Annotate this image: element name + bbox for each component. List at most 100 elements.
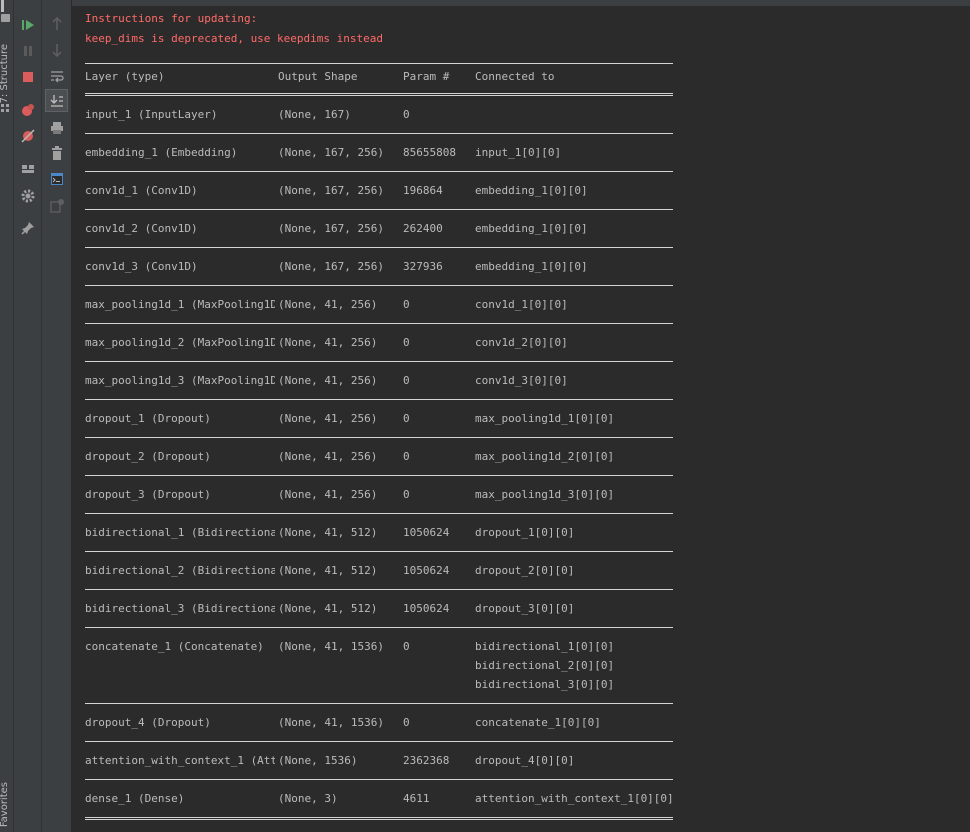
print-icon[interactable] xyxy=(46,117,68,139)
run-toolbar xyxy=(14,0,42,832)
layer-name-cell: max_pooling1d_2 (MaxPooling1D) xyxy=(85,336,275,349)
stop-icon[interactable] xyxy=(17,66,39,88)
warning-line: Instructions for updating: xyxy=(85,12,258,25)
row-separator xyxy=(85,133,673,134)
mute-breakpoints-icon[interactable] xyxy=(17,125,39,147)
layer-name-cell: embedding_1 (Embedding) xyxy=(85,146,238,159)
row-separator xyxy=(85,247,673,248)
param-count-cell: 85655808 xyxy=(403,146,456,159)
output-shape-cell: (None, 41, 512) xyxy=(278,526,378,539)
project-tab-marker[interactable] xyxy=(1,0,4,12)
connected-to-cell: embedding_1[0][0] xyxy=(475,222,588,235)
connected-to-cell: dropout_3[0][0] xyxy=(475,602,575,615)
rerun-icon[interactable] xyxy=(17,14,39,36)
param-count-cell: 4611 xyxy=(403,792,430,805)
connected-to-cell: conv1d_2[0][0] xyxy=(475,336,568,349)
down-arrow-icon[interactable] xyxy=(46,39,68,61)
connected-to-cell: max_pooling1d_1[0][0] xyxy=(475,412,615,425)
folder-icon[interactable] xyxy=(1,14,10,22)
param-count-cell: 1050624 xyxy=(403,602,450,615)
param-count-cell: 262400 xyxy=(403,222,443,235)
layer-name-cell: concatenate_1 (Concatenate) xyxy=(85,640,264,653)
row-separator xyxy=(85,475,673,476)
connected-to-cell: embedding_1[0][0] xyxy=(475,260,588,273)
restore-icon[interactable] xyxy=(46,195,68,217)
connected-to-cell: dropout_1[0][0] xyxy=(475,526,575,539)
row-separator xyxy=(85,63,673,64)
layer-name-cell: dropout_3 (Dropout) xyxy=(85,488,211,501)
favorites-tab[interactable]: Favorites xyxy=(0,782,13,827)
structure-icon xyxy=(1,104,10,116)
up-arrow-icon[interactable] xyxy=(46,13,68,35)
connected-to-cell: bidirectional_3[0][0] xyxy=(475,678,615,691)
soft-wrap-icon[interactable] xyxy=(46,65,68,87)
row-separator xyxy=(85,779,673,780)
connected-to-cell: embedding_1[0][0] xyxy=(475,184,588,197)
layer-name-cell: dropout_4 (Dropout) xyxy=(85,716,211,729)
row-separator xyxy=(85,285,673,286)
python-console-icon[interactable] xyxy=(46,168,68,190)
double-separator xyxy=(85,93,673,96)
connected-to-cell: max_pooling1d_3[0][0] xyxy=(475,488,615,501)
connected-to-cell: conv1d_1[0][0] xyxy=(475,298,568,311)
connected-to-cell: conv1d_3[0][0] xyxy=(475,374,568,387)
row-separator xyxy=(85,741,673,742)
layer-name-cell: dense_1 (Dense) xyxy=(85,792,185,805)
output-shape-cell: (None, 41, 256) xyxy=(278,412,378,425)
layer-name-cell: max_pooling1d_1 (MaxPooling1D) xyxy=(85,298,275,311)
scroll-to-end-icon[interactable] xyxy=(45,89,68,112)
console-toolbar xyxy=(42,0,72,832)
layer-name-cell: bidirectional_3 (Bidirectional) xyxy=(85,602,275,615)
row-separator xyxy=(85,323,673,324)
param-count-cell: 0 xyxy=(403,716,410,729)
param-count-cell: 0 xyxy=(403,336,410,349)
output-shape-cell: (None, 1536) xyxy=(278,754,358,767)
output-shape-cell: (None, 41, 256) xyxy=(278,336,378,349)
pin-icon[interactable] xyxy=(17,217,39,239)
param-count-cell: 0 xyxy=(403,488,410,501)
output-shape-cell: (None, 41, 512) xyxy=(278,602,378,615)
view-breakpoints-icon[interactable] xyxy=(17,99,39,121)
layer-name-cell: bidirectional_1 (Bidirectional) xyxy=(85,526,275,539)
param-count-cell: 0 xyxy=(403,412,410,425)
header-param: Param # xyxy=(403,70,450,83)
output-shape-cell: (None, 167, 256) xyxy=(278,260,384,273)
header-connected-to: Connected to xyxy=(475,70,555,83)
output-shape-cell: (None, 41, 256) xyxy=(278,298,378,311)
output-shape-cell: (None, 41, 256) xyxy=(278,450,378,463)
output-shape-cell: (None, 167, 256) xyxy=(278,184,384,197)
layer-name-cell: conv1d_1 (Conv1D) xyxy=(85,184,198,197)
output-shape-cell: (None, 167, 256) xyxy=(278,222,384,235)
header-output-shape: Output Shape xyxy=(278,70,358,83)
output-shape-cell: (None, 3) xyxy=(278,792,338,805)
row-separator xyxy=(85,703,673,704)
connected-to-cell: input_1[0][0] xyxy=(475,146,562,159)
layer-name-cell: attention_with_context_1 (Atten xyxy=(85,754,275,767)
structure-tab[interactable]: 7: Structure xyxy=(0,44,13,103)
console-output[interactable]: Instructions for updating: keep_dims is … xyxy=(72,6,970,832)
param-count-cell: 327936 xyxy=(403,260,443,273)
output-shape-cell: (None, 167, 256) xyxy=(278,146,384,159)
trash-icon[interactable] xyxy=(46,142,68,164)
connected-to-cell: concatenate_1[0][0] xyxy=(475,716,601,729)
connected-to-cell: bidirectional_1[0][0] xyxy=(475,640,615,653)
layout-icon[interactable] xyxy=(17,158,39,180)
double-separator xyxy=(85,817,673,820)
connected-to-cell: dropout_2[0][0] xyxy=(475,564,575,577)
pause-icon[interactable] xyxy=(17,40,39,62)
connected-to-cell: attention_with_context_1[0][0] xyxy=(475,792,674,805)
row-separator xyxy=(85,437,673,438)
output-shape-cell: (None, 167) xyxy=(278,108,351,121)
layer-name-cell: max_pooling1d_3 (MaxPooling1D) xyxy=(85,374,275,387)
row-separator xyxy=(85,513,673,514)
connected-to-cell: dropout_4[0][0] xyxy=(475,754,575,767)
row-separator xyxy=(85,171,673,172)
row-separator xyxy=(85,361,673,362)
output-shape-cell: (None, 41, 512) xyxy=(278,564,378,577)
row-separator xyxy=(85,399,673,400)
param-count-cell: 2362368 xyxy=(403,754,450,767)
connected-to-cell: bidirectional_2[0][0] xyxy=(475,659,615,672)
output-shape-cell: (None, 41, 256) xyxy=(278,488,378,501)
settings-icon[interactable] xyxy=(17,185,39,207)
param-count-cell: 1050624 xyxy=(403,526,450,539)
